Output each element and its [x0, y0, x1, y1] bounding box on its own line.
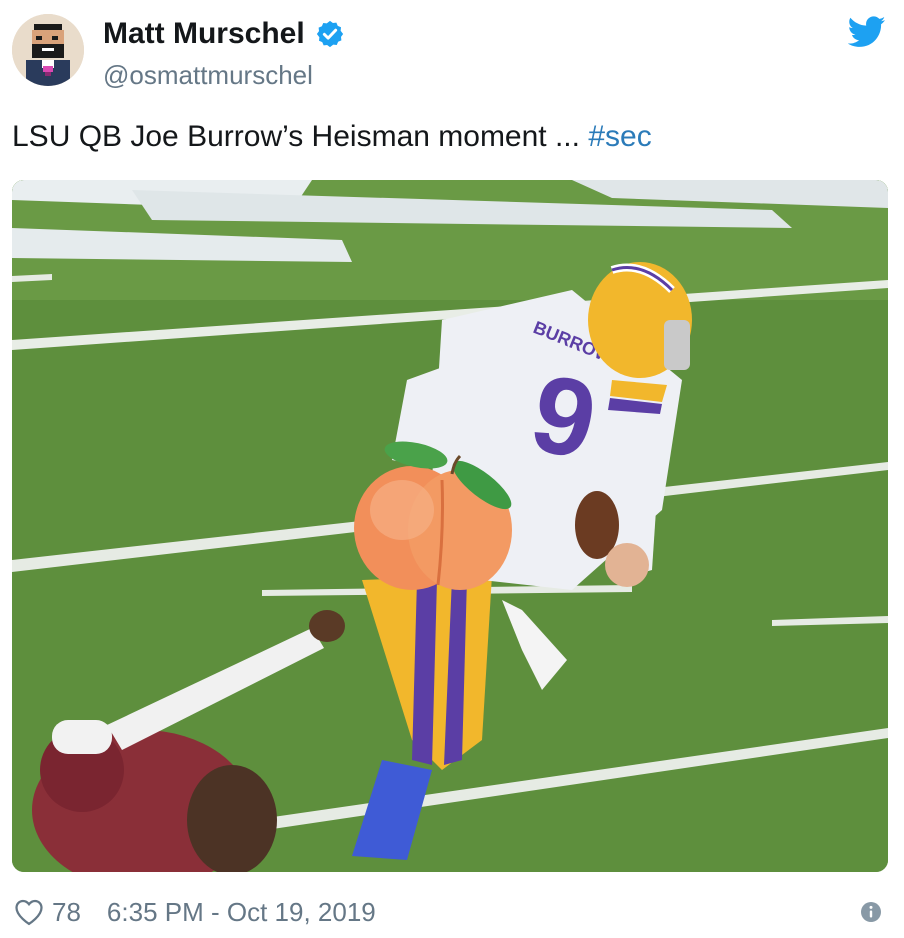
- football-photo-illustration: 9 BURROW: [12, 180, 888, 872]
- info-circle-icon[interactable]: [860, 901, 882, 923]
- tweet-body: LSU QB Joe Burrow’s Heisman moment ...: [12, 120, 589, 153]
- author-handle[interactable]: @osmattmurschel: [103, 60, 313, 91]
- embedded-tweet: Matt Murschel @osmattmurschel LSU QB Joe…: [0, 0, 904, 938]
- author-display-name[interactable]: Matt Murschel: [103, 17, 305, 51]
- like-count[interactable]: 78: [52, 897, 81, 928]
- avatar[interactable]: [12, 14, 84, 86]
- tweet-photo[interactable]: 9 BURROW: [12, 180, 888, 872]
- tweet-text: LSU QB Joe Burrow’s Heisman moment ... #…: [12, 118, 652, 156]
- tweet-footer: 78 6:35 PM - Oct 19, 2019: [14, 894, 376, 930]
- heart-outline-icon[interactable]: [14, 898, 44, 926]
- twitter-bird-icon[interactable]: [848, 16, 886, 48]
- hashtag-link[interactable]: #sec: [588, 120, 651, 153]
- author-name-row: Matt Murschel: [103, 16, 345, 52]
- avatar-pixel-art-icon: [12, 14, 84, 86]
- tweet-timestamp[interactable]: 6:35 PM - Oct 19, 2019: [107, 897, 376, 928]
- verified-badge-icon: [316, 20, 343, 48]
